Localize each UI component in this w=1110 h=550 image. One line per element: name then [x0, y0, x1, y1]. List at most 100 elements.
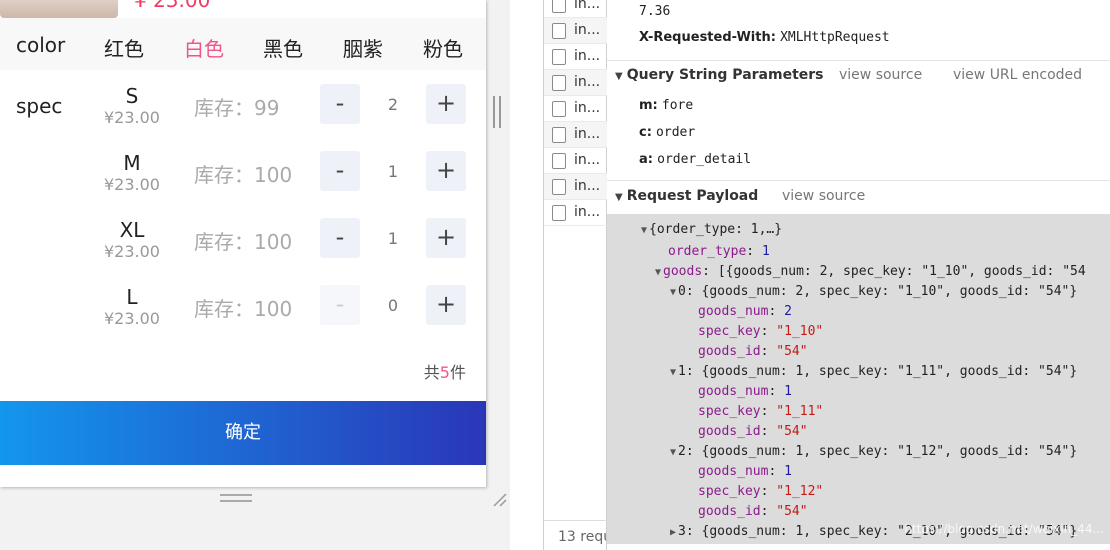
request-type-icon [552, 179, 566, 195]
field-key: spec_key [698, 484, 761, 499]
size-price: ¥23.00 [104, 175, 160, 194]
request-row[interactable]: in... [544, 70, 607, 96]
triangle-down-icon: ▼ [655, 267, 662, 278]
stock-text: 库存：99 [194, 96, 280, 120]
payload-field: spec_key: "1_12" [698, 484, 824, 499]
decrease-button[interactable]: - [320, 151, 360, 191]
color-option-black[interactable]: 黑色 [263, 33, 303, 62]
confirm-button[interactable]: 确定 [0, 401, 486, 465]
request-type-icon [552, 127, 566, 143]
header-value: 7.36 [639, 4, 671, 19]
request-type-icon [552, 49, 566, 65]
payload-field: goods_id: "54" [698, 424, 808, 439]
request-type-icon [552, 205, 566, 221]
decrease-button[interactable]: - [320, 84, 360, 124]
payload-field: goods_num: 2 [698, 304, 792, 319]
request-row[interactable]: in... [544, 122, 607, 148]
field-key: goods_id [698, 504, 761, 519]
node-summary: 0: {goods_num: 2, spec_key: "1_10", good… [678, 284, 1078, 299]
total-prefix: 共 [423, 363, 440, 382]
payload-section-toggle[interactable]: ▼ Request Payload [615, 188, 758, 204]
field-value: "1_10" [776, 324, 824, 339]
node-summary: 1: {goods_num: 1, spec_key: "1_11", good… [678, 364, 1078, 379]
param-key: a: [639, 152, 653, 167]
request-type-icon [552, 75, 566, 91]
payload-view-source-link[interactable]: view source [782, 188, 865, 204]
decrease-button[interactable]: - [320, 285, 360, 325]
field-key: order_type [668, 244, 747, 259]
query-param: a: order_detail [639, 152, 751, 167]
stock-text: 库存：100 [194, 297, 293, 321]
color-option-white[interactable]: 白色 [184, 33, 224, 62]
size-row-xl: XL ¥23.00 库存：100 - 1 + [0, 218, 486, 285]
vertical-resize-handle[interactable] [493, 96, 501, 128]
goods-array-node[interactable]: ▼ goods: [{goods_num: 2, spec_key: "1_10"… [655, 264, 1086, 279]
request-row[interactable]: in... [544, 200, 607, 226]
param-value: fore [661, 98, 694, 113]
total-count: 共5件 [424, 359, 466, 383]
decrease-button[interactable]: - [320, 218, 360, 258]
param-value: order_detail [657, 152, 752, 167]
color-option-red[interactable]: 红色 [104, 33, 144, 62]
increase-button[interactable]: + [426, 285, 466, 325]
request-type-icon [552, 101, 566, 117]
payload-field: order_type: 1 [668, 244, 770, 259]
increase-button[interactable]: + [426, 218, 466, 258]
request-name: in... [574, 152, 601, 168]
request-detail-pane: 7.36 X-Requested-With: XMLHttpRequest ▼ Q… [607, 0, 1110, 550]
section-divider [607, 60, 1110, 61]
field-value: 1 [761, 244, 770, 259]
request-name: in... [574, 22, 601, 38]
goods-item-node[interactable]: ▼ 1: {goods_num: 1, spec_key: "1_11", goo… [670, 364, 1077, 379]
request-name: in... [574, 178, 601, 194]
total-suffix: 件 [449, 363, 466, 382]
payload-field: goods_num: 1 [698, 384, 792, 399]
color-option-pink[interactable]: 粉色 [423, 33, 463, 62]
payload-tree: ▼ {order_type: 1,…} order_type: 1 ▼ goods:… [607, 214, 1110, 544]
payload-field: goods_num: 1 [698, 464, 792, 479]
quantity-value: 2 [387, 95, 399, 114]
payload-field: goods_id: "54" [698, 344, 808, 359]
goods-item-node[interactable]: ▼ 0: {goods_num: 2, spec_key: "1_10", goo… [670, 284, 1077, 299]
sku-selector-panel: ¥ 23.00 color 红色 白色 黑色 胭紫 粉色 spec S ¥23.… [0, 0, 486, 487]
header-value: XMLHttpRequest [780, 30, 890, 45]
node-summary: 2: {goods_num: 1, spec_key: "1_12", good… [678, 444, 1078, 459]
view-url-encoded-link[interactable]: view URL encoded [953, 67, 1082, 83]
corner-resize-icon[interactable] [490, 490, 508, 508]
goods-item-node[interactable]: ▼ 2: {goods_num: 1, spec_key: "1_12", goo… [670, 444, 1077, 459]
triangle-down-icon: ▼ [615, 71, 623, 82]
query-view-source-link[interactable]: view source [839, 67, 922, 83]
query-section-toggle[interactable]: ▼ Query String Parameters [615, 67, 824, 83]
query-param: c: order [639, 125, 695, 140]
request-row[interactable]: in... [544, 148, 607, 174]
field-key: goods [663, 264, 703, 279]
request-type-icon [552, 153, 566, 169]
request-name: in... [574, 126, 601, 142]
request-row[interactable]: in... [544, 96, 607, 122]
watermark: https://blog.csdn.net/weixin_44... [904, 522, 1104, 536]
size-name: L [126, 285, 138, 309]
request-name: in... [574, 74, 601, 90]
header-row-x-requested-with: X-Requested-With: XMLHttpRequest [639, 30, 890, 45]
list-footer-divider [544, 520, 607, 521]
color-option-rouge[interactable]: 胭紫 [343, 33, 383, 62]
horizontal-resize-handle[interactable] [220, 494, 252, 502]
request-row[interactable]: in... [544, 174, 607, 200]
quantity-value: 1 [387, 229, 399, 248]
request-row[interactable]: in... [544, 44, 607, 70]
payload-root-node[interactable]: ▼ {order_type: 1,…} [641, 222, 782, 237]
request-name: in... [574, 100, 601, 116]
payload-field: goods_id: "54" [698, 504, 808, 519]
field-key: spec_key [698, 324, 761, 339]
triangle-right-icon: ▶ [670, 527, 677, 538]
increase-button[interactable]: + [426, 84, 466, 124]
increase-button[interactable]: + [426, 151, 466, 191]
request-row[interactable]: in... [544, 18, 607, 44]
size-row-l: L ¥23.00 库存：100 - 0 + [0, 285, 486, 352]
request-row[interactable]: in... [544, 0, 607, 18]
section-title: Request Payload [626, 188, 759, 204]
field-key: goods_num [698, 464, 769, 479]
field-value: "54" [776, 344, 808, 359]
field-value: 1 [784, 464, 792, 479]
network-request-list: in... in... in... in... in... in... in..… [543, 0, 607, 550]
